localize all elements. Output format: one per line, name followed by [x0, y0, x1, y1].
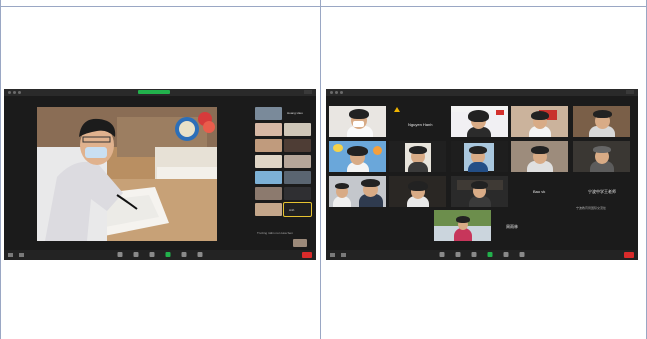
- warning-icon: [394, 107, 400, 112]
- security-icon[interactable]: [117, 252, 123, 257]
- page-frame: Hoang Hieu Anh Trường mầm non Hoa Sen Ng…: [0, 0, 647, 339]
- gallery-tile[interactable]: [434, 210, 491, 241]
- window-controls[interactable]: [330, 91, 343, 94]
- recording-indicator: [138, 90, 170, 94]
- gallery-tile[interactable]: [573, 106, 630, 137]
- meeting-toolbar: [4, 250, 316, 260]
- center-divider: [320, 0, 321, 339]
- meeting-toolbar: [326, 250, 638, 260]
- participant-thumb[interactable]: [255, 155, 282, 168]
- window-titlebar: [4, 89, 316, 96]
- security-icon[interactable]: [439, 252, 445, 257]
- close-dot-icon[interactable]: [8, 91, 11, 94]
- participant-thumb[interactable]: [255, 139, 282, 152]
- participant-thumb[interactable]: [255, 187, 282, 200]
- participant-sidebar: Hoang Hieu Anh Trường mầm non Hoa Sen: [253, 105, 315, 249]
- gallery-tile[interactable]: [329, 141, 386, 172]
- top-border-line: [0, 6, 647, 7]
- gallery-tile[interactable]: [329, 106, 386, 137]
- participants-icon[interactable]: [133, 252, 139, 257]
- gallery-tile[interactable]: [389, 141, 446, 172]
- participant-thumb[interactable]: [255, 203, 282, 216]
- maximize-dot-icon[interactable]: [18, 91, 21, 94]
- video-icon[interactable]: [341, 253, 346, 257]
- participant-name: Nguyen Hanh: [408, 122, 433, 127]
- gallery-tile[interactable]: [451, 106, 508, 137]
- audio-video-controls: [330, 253, 346, 257]
- participant-name: 宁波中学王老师: [588, 189, 616, 194]
- active-speaker-video: [37, 107, 217, 241]
- view-toggle-button[interactable]: [626, 90, 634, 94]
- participant-thumb[interactable]: [284, 155, 311, 168]
- participant-thumb[interactable]: [255, 171, 282, 184]
- gallery-tile[interactable]: [329, 176, 386, 207]
- participant-subtitle: 宁波教育局国际交流处: [576, 206, 607, 210]
- gallery-tile[interactable]: [451, 176, 508, 207]
- gallery-tile[interactable]: [511, 106, 568, 137]
- minimize-dot-icon[interactable]: [335, 91, 338, 94]
- participant-name: Anh: [289, 208, 295, 212]
- participant-name: Bao vk: [533, 189, 546, 194]
- chat-icon[interactable]: [149, 252, 155, 257]
- share-screen-icon[interactable]: [487, 252, 493, 257]
- meeting-footer-text: Trường mầm non Hoa Sen: [257, 231, 293, 235]
- participants-icon[interactable]: [455, 252, 461, 257]
- participant-thumb[interactable]: [284, 171, 311, 184]
- gallery-tile[interactable]: [573, 141, 630, 172]
- mute-icon[interactable]: [8, 253, 13, 257]
- chat-icon[interactable]: [471, 252, 477, 257]
- share-screen-icon[interactable]: [165, 252, 171, 257]
- minimize-dot-icon[interactable]: [13, 91, 16, 94]
- gallery-tile[interactable]: [511, 141, 568, 172]
- participant-thumb[interactable]: [293, 239, 307, 247]
- reactions-icon[interactable]: [197, 252, 203, 257]
- window-controls[interactable]: [8, 91, 21, 94]
- toolbar-center: [439, 252, 525, 257]
- speaker-scene: [37, 107, 217, 241]
- participant-thumb[interactable]: [284, 123, 311, 136]
- meeting-window-speaker: Hoang Hieu Anh Trường mầm non Hoa Sen: [4, 89, 316, 260]
- record-icon[interactable]: [503, 252, 509, 257]
- close-dot-icon[interactable]: [330, 91, 333, 94]
- participant-thumb[interactable]: [255, 107, 282, 120]
- left-border-line: [0, 0, 1, 339]
- participant-thumb[interactable]: [284, 139, 311, 152]
- participant-name: 周雨林: [506, 224, 518, 229]
- participant-name: Hoang Hieu: [287, 111, 303, 115]
- gallery-tile[interactable]: [389, 176, 446, 207]
- meeting-window-gallery: Nguyen Hanh Bao vk 宁波中学王老师 宁波教育局国际交流处 周雨…: [326, 89, 638, 260]
- participant-thumb[interactable]: [255, 123, 282, 136]
- participant-thumb[interactable]: [284, 187, 311, 200]
- view-toggle-button[interactable]: [304, 90, 312, 94]
- end-meeting-button[interactable]: [624, 252, 634, 258]
- window-titlebar: [326, 89, 638, 96]
- video-icon[interactable]: [19, 253, 24, 257]
- audio-video-controls: [8, 253, 24, 257]
- toolbar-center: [117, 252, 203, 257]
- reactions-icon[interactable]: [519, 252, 525, 257]
- maximize-dot-icon[interactable]: [340, 91, 343, 94]
- mute-icon[interactable]: [330, 253, 335, 257]
- gallery-tile[interactable]: [451, 141, 508, 172]
- record-icon[interactable]: [181, 252, 187, 257]
- end-meeting-button[interactable]: [302, 252, 312, 258]
